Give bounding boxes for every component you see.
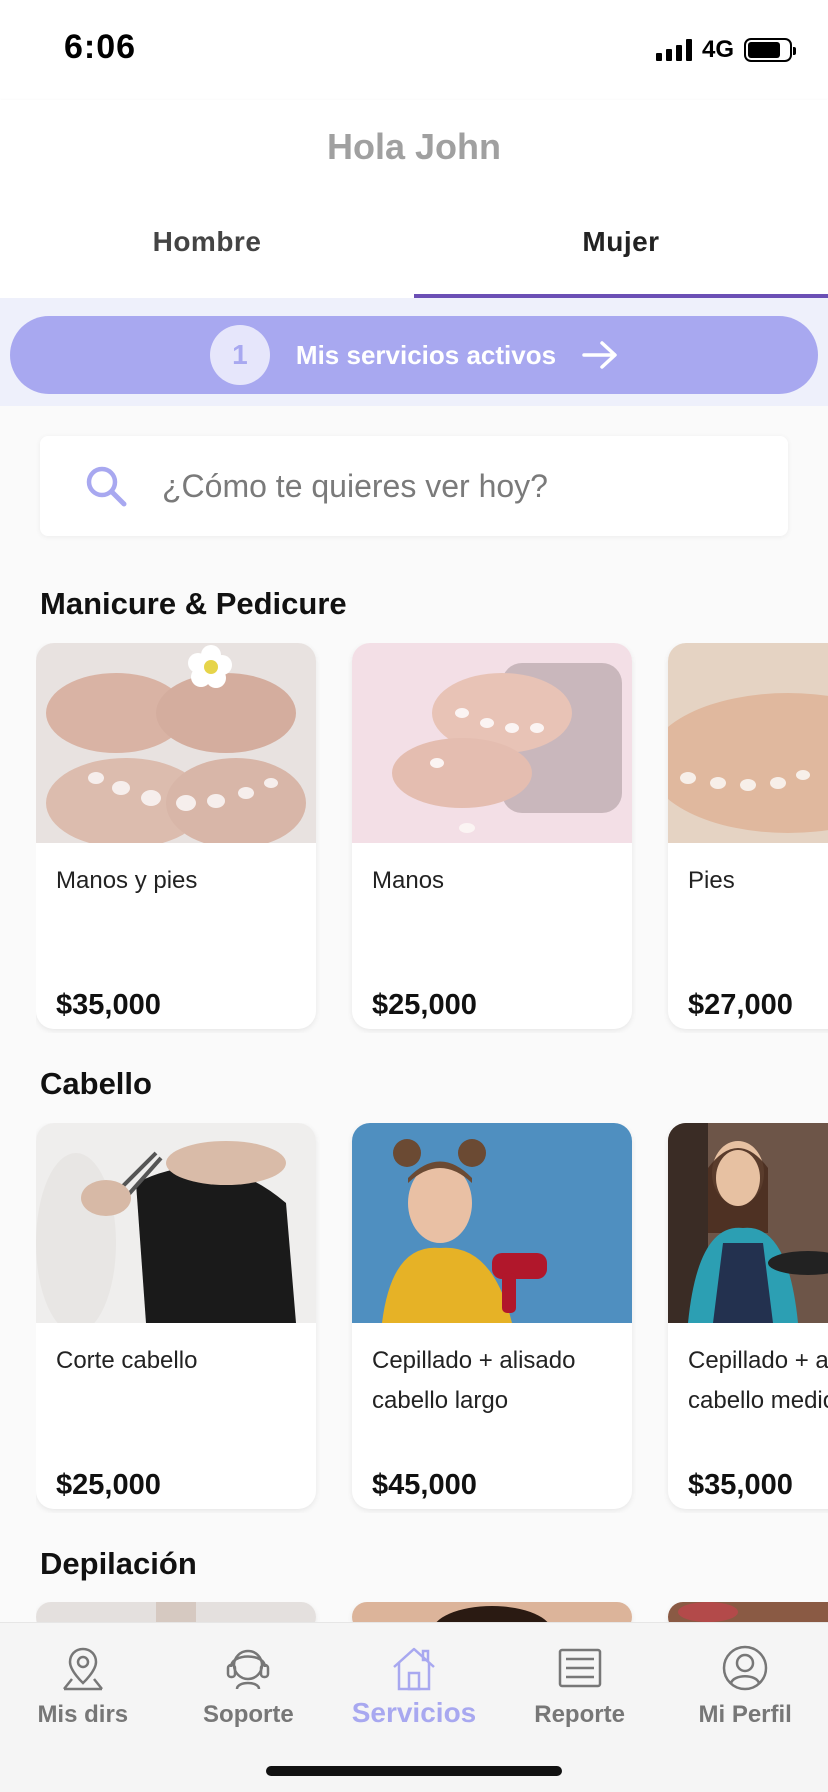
service-price: $25,000 <box>56 1469 161 1501</box>
section-title-cabello: Cabello <box>40 1066 152 1101</box>
active-services-count: 1 <box>209 325 270 385</box>
user-icon <box>722 1645 768 1691</box>
battery-icon <box>744 38 796 62</box>
header: Hola John Hombre Mujer <box>0 100 828 298</box>
headset-icon <box>227 1649 270 1690</box>
battery-level <box>748 42 780 58</box>
service-name: Manos y pies <box>56 867 198 894</box>
search-bar[interactable] <box>40 436 788 536</box>
nav-label: Servicios <box>351 1697 477 1728</box>
active-services-label: Mis servicios activos <box>295 339 557 370</box>
gender-tabs: Hombre Mujer <box>0 204 828 298</box>
service-image <box>668 643 828 843</box>
list-icon <box>558 1648 601 1688</box>
service-image <box>668 1123 828 1323</box>
home-icon <box>393 1647 435 1691</box>
nav-label: Mis dirs <box>37 1701 129 1728</box>
service-name: Cepillado + alisado cabello largo <box>372 1347 576 1414</box>
service-image <box>352 1123 632 1323</box>
service-name: Corte cabello <box>56 1347 198 1374</box>
tab-hombre[interactable]: Hombre <box>0 204 414 298</box>
cards-row-cabello: Corte cabello $25,000 Cepillado + alisad… <box>36 1123 828 1513</box>
service-card[interactable]: Manos y pies $35,000 <box>36 643 316 1029</box>
status-time: 6:06 <box>64 28 137 66</box>
service-image <box>352 643 632 843</box>
nav-servicios[interactable]: Servicios <box>331 1623 497 1743</box>
network-type: 4G <box>701 36 734 63</box>
banner-area: 1 Mis servicios activos <box>0 298 828 406</box>
service-name: Cepillado + alisado cabello medio <box>688 1347 828 1414</box>
search-input[interactable] <box>162 467 722 505</box>
status-indicators: 4G <box>655 36 796 64</box>
nav-mi-perfil[interactable]: Mi Perfil <box>662 1623 828 1743</box>
nav-label: Soporte <box>203 1701 294 1728</box>
service-image <box>36 643 316 843</box>
service-name: Manos <box>372 867 445 894</box>
nav-reporte[interactable]: Reporte <box>497 1623 663 1743</box>
active-services-button[interactable]: 1 Mis servicios activos <box>10 316 818 394</box>
arrow-right-icon <box>582 341 617 369</box>
cards-row-manicure: Manos y pies $35,000 Manos $25,000 Pies … <box>36 643 828 1033</box>
service-price: $27,000 <box>688 989 793 1021</box>
home-indicator <box>266 1766 562 1776</box>
service-price: $25,000 <box>372 989 477 1021</box>
nav-mis-dirs[interactable]: Mis dirs <box>0 1623 166 1743</box>
status-bar: 6:06 4G <box>0 0 828 100</box>
nav-label: Mi Perfil <box>698 1701 792 1728</box>
map-pin-icon <box>62 1647 103 1691</box>
signal-icon <box>655 39 692 61</box>
nav-soporte[interactable]: Soporte <box>166 1623 332 1743</box>
service-image <box>36 1123 316 1323</box>
section-title-manicure: Manicure & Pedicure <box>40 586 347 621</box>
service-card[interactable]: Corte cabello $25,000 <box>36 1123 316 1509</box>
service-price: $35,000 <box>56 989 161 1021</box>
bottom-nav: Mis dirs Soporte Servicios Reporte Mi Pe… <box>0 1622 828 1792</box>
service-card[interactable]: Cepillado + alisado cabello medio $35,00… <box>668 1123 828 1509</box>
service-card[interactable]: Cepillado + alisado cabello largo $45,00… <box>352 1123 632 1509</box>
service-card[interactable]: Manos $25,000 <box>352 643 632 1029</box>
search-icon <box>86 466 127 507</box>
service-price: $35,000 <box>688 1469 793 1501</box>
service-price: $45,000 <box>372 1469 477 1501</box>
service-card[interactable]: Pies $27,000 <box>668 643 828 1029</box>
section-title-depilacion: Depilación <box>40 1546 197 1581</box>
service-name: Pies <box>688 867 735 894</box>
nav-label: Reporte <box>534 1701 625 1728</box>
greeting: Hola John <box>326 126 501 167</box>
tab-mujer[interactable]: Mujer <box>414 204 828 298</box>
